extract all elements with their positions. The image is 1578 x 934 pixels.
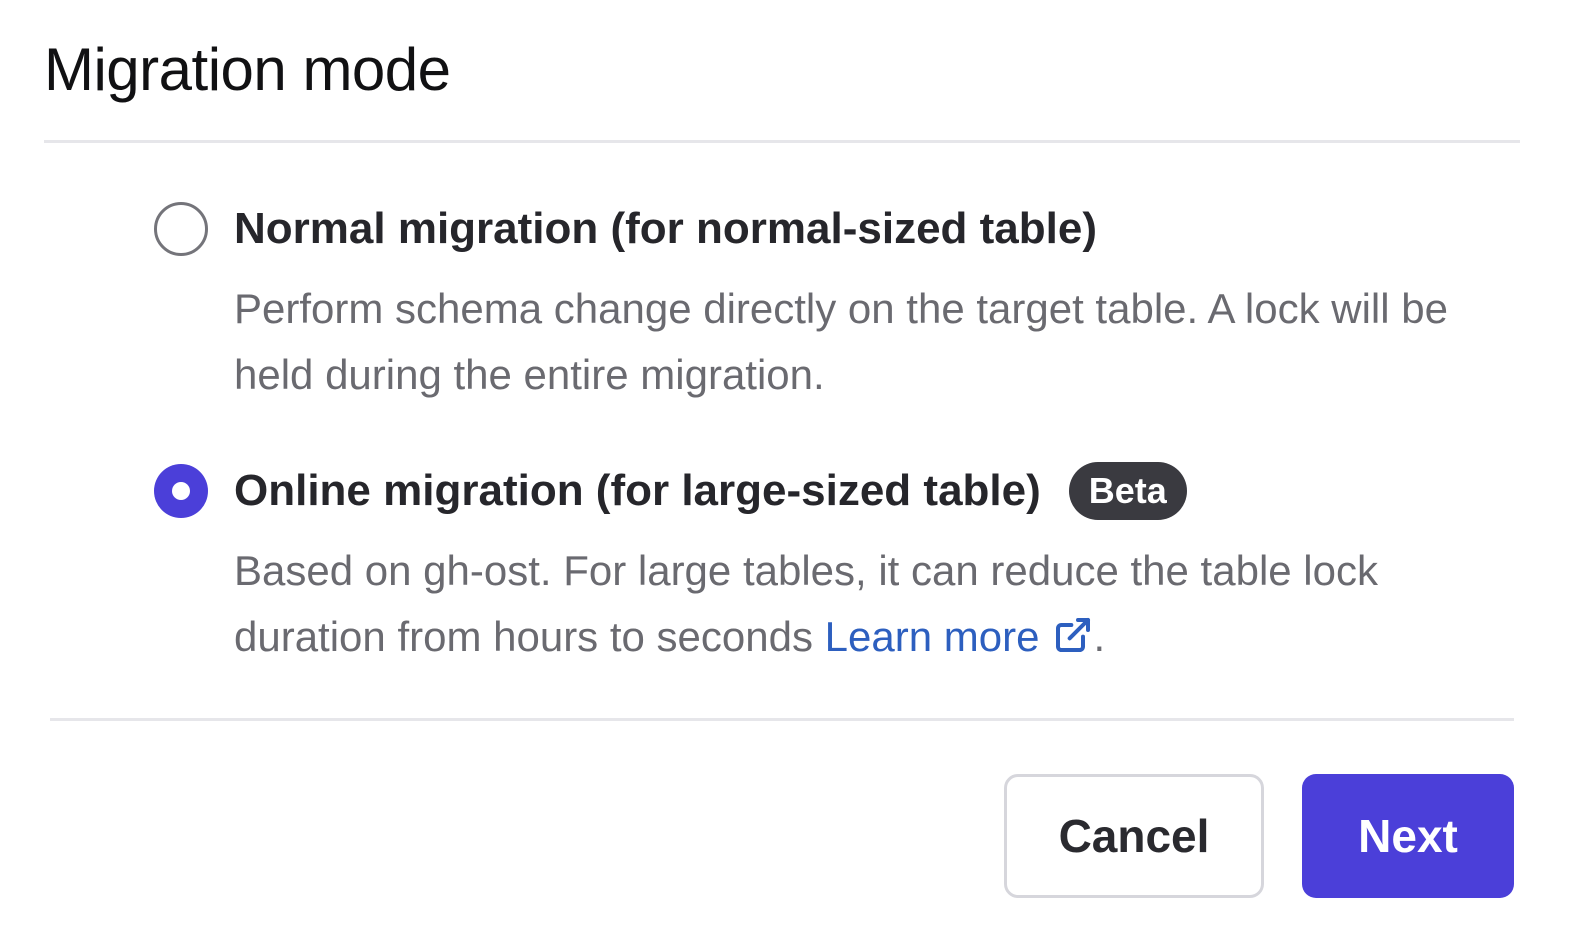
online-migration-description: Based on gh-ost. For large tables, it ca… bbox=[234, 538, 1494, 670]
footer-divider bbox=[50, 718, 1514, 721]
normal-migration-label[interactable]: Normal migration (for normal-sized table… bbox=[234, 200, 1097, 258]
migration-mode-dialog: Migration mode Normal migration (for nor… bbox=[0, 0, 1578, 934]
online-migration-description-text: Based on gh-ost. For large tables, it ca… bbox=[234, 547, 1378, 660]
dialog-title: Migration mode bbox=[44, 36, 451, 103]
external-link-icon[interactable] bbox=[1053, 615, 1093, 655]
cancel-button[interactable]: Cancel bbox=[1004, 774, 1264, 898]
online-migration-label-row: Online migration (for large-sized table)… bbox=[234, 462, 1187, 520]
next-button[interactable]: Next bbox=[1302, 774, 1514, 898]
normal-migration-description: Perform schema change directly on the ta… bbox=[234, 285, 1448, 398]
beta-badge: Beta bbox=[1068, 462, 1187, 520]
header-divider bbox=[44, 140, 1520, 143]
online-migration-label[interactable]: Online migration (for large-sized table) bbox=[234, 462, 1041, 520]
normal-migration-radio[interactable] bbox=[154, 202, 208, 256]
online-migration-radio[interactable] bbox=[154, 464, 208, 518]
description-period: . bbox=[1093, 613, 1106, 660]
learn-more-link[interactable]: Learn more bbox=[825, 613, 1094, 660]
learn-more-text[interactable]: Learn more bbox=[825, 613, 1040, 660]
